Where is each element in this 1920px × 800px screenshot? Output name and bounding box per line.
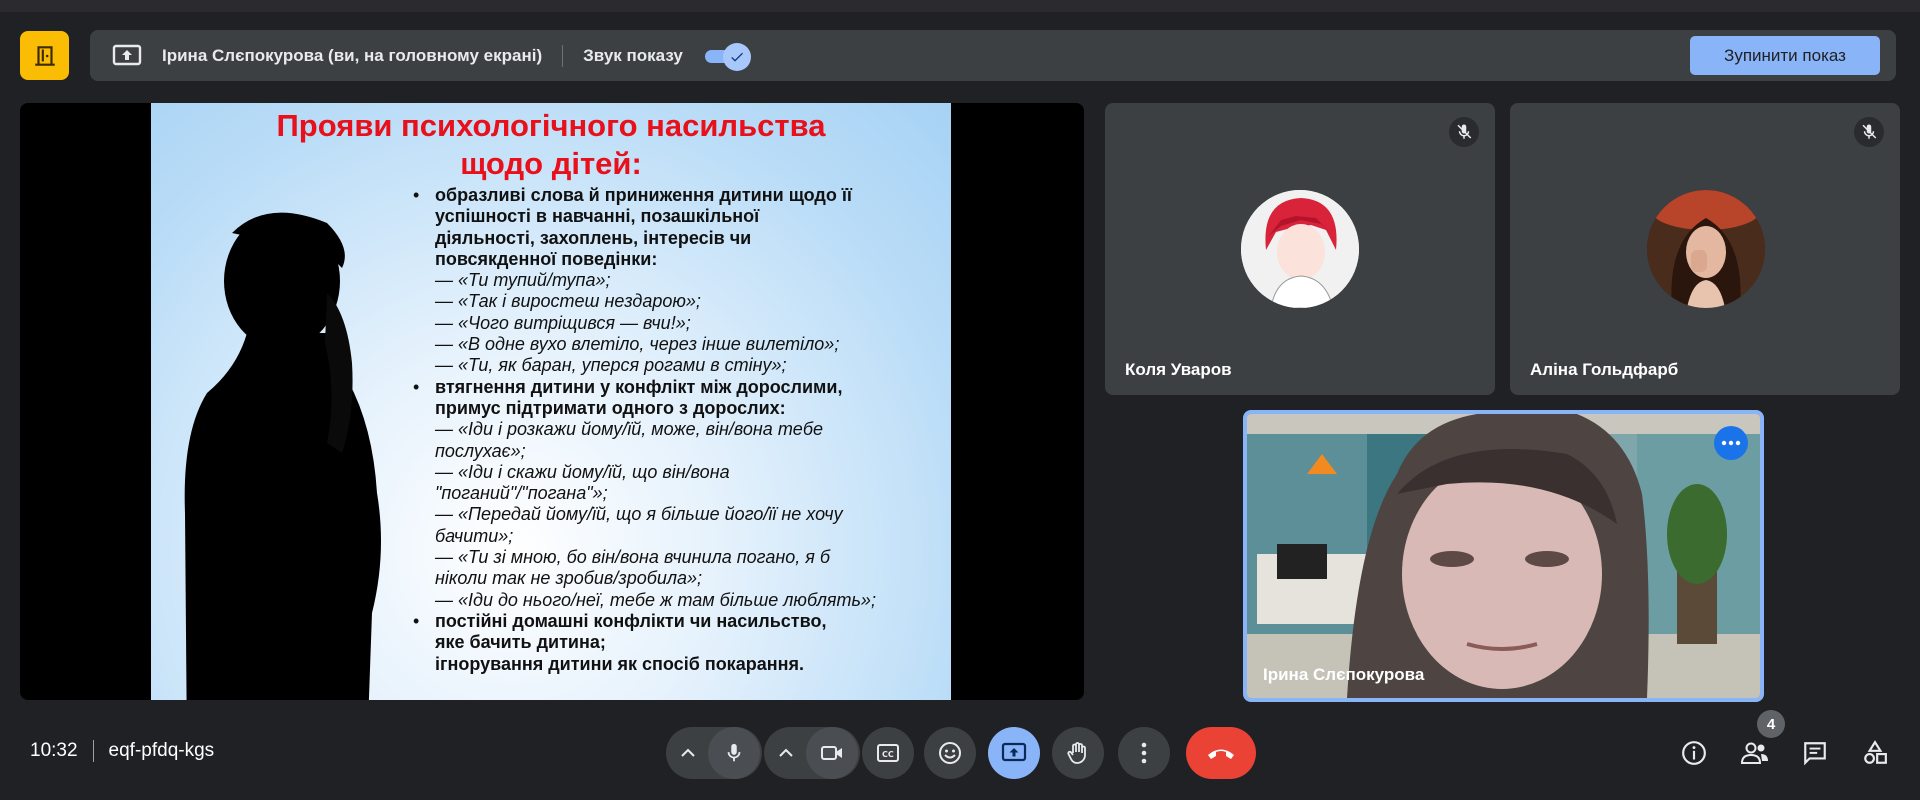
mic-off-indicator — [1449, 117, 1479, 147]
presenter-label: Ірина Слєпокурова (ви, на головному екра… — [162, 45, 543, 65]
participant-tile-kolia[interactable]: Коля Уваров — [1105, 103, 1495, 395]
stop-presenting-button[interactable]: Зупинити показ — [1690, 36, 1880, 75]
leave-door-button[interactable] — [20, 31, 69, 80]
slide-text-line: бачити»; — [435, 525, 514, 546]
mic-off-icon — [1862, 124, 1877, 139]
slide-text-line: "поганий"/"погана"»; — [435, 483, 608, 504]
mic-button[interactable] — [708, 727, 760, 779]
slide-text-line: — «Іди і скажи йому/їй, що він/вона — [435, 461, 730, 482]
slide-text-line: послухає»; — [435, 440, 526, 461]
chat-icon — [1804, 742, 1826, 766]
slide: Прояви психологічного насильства щодо ді… — [151, 103, 951, 700]
slide-text-line: — «Ти тупий/тупа»; — [435, 270, 611, 291]
slide-text-line: образливі слова й приниження дитини щодо… — [413, 185, 933, 207]
emoji-icon — [939, 742, 961, 764]
slide-text-line: — «Чого витріщився — вчи!»; — [435, 312, 691, 333]
end-call-button[interactable] — [1186, 727, 1256, 779]
present-icon — [1001, 742, 1027, 762]
slide-title-line1: Прояви психологічного насильства — [276, 108, 826, 143]
slide-title-line2: щодо дітей: — [460, 146, 642, 181]
camera-icon — [821, 746, 842, 760]
slide-text-line: — «Ти зі мною, бо він/вона вчинила поган… — [435, 547, 830, 568]
slide-text-line: — «В одне вухо влетіло, через інше вилет… — [435, 334, 840, 355]
mic-off-indicator — [1854, 117, 1884, 147]
end-call-icon — [1208, 749, 1234, 759]
self-view-tile[interactable]: Ірина Слєпокурова — [1243, 410, 1764, 702]
raise-hand-button[interactable] — [1052, 727, 1104, 779]
self-video-image — [1247, 414, 1760, 698]
toggle-knob — [722, 42, 751, 71]
more-options-button[interactable] — [1118, 727, 1170, 779]
chat-button[interactable] — [1795, 733, 1835, 773]
participant-name: Коля Уваров — [1125, 360, 1232, 379]
slide-text-line: — «Іди до нього/неї, тебе ж там більше л… — [435, 589, 876, 610]
reactions-button[interactable] — [924, 727, 976, 779]
slide-text-line: ігнорування дитини як спосіб покарання. — [435, 653, 804, 674]
people-button[interactable] — [1735, 733, 1775, 773]
meeting-details-button[interactable] — [1674, 733, 1714, 773]
slide-text-line: — «Ти, як баран, уперся рогами в стіну»; — [435, 355, 787, 376]
mic-icon — [727, 743, 741, 762]
activities-button[interactable] — [1855, 733, 1895, 773]
divider — [92, 740, 94, 762]
slide-body: образливі слова й приниження дитини щодо… — [413, 185, 933, 675]
slide-title: Прояви психологічного насильства щодо ді… — [151, 107, 951, 183]
video-options-button[interactable] — [766, 748, 806, 758]
avatar — [1647, 190, 1765, 308]
more-dots-icon — [1721, 440, 1741, 446]
present-screen-icon — [112, 44, 142, 68]
slide-text-line: — «Так і виростеш нездарою»; — [435, 291, 701, 312]
mic-off-icon — [1457, 124, 1472, 139]
chevron-up-icon — [779, 748, 793, 757]
sound-label: Звук показу — [583, 45, 683, 65]
top-strip — [0, 0, 1920, 12]
captions-button[interactable]: CC — [862, 727, 914, 779]
meeting-code[interactable]: eqf-pfdq-kgs — [109, 740, 215, 762]
participant-name: Ірина Слєпокурова — [1263, 665, 1425, 684]
child-silhouette-image — [184, 212, 381, 700]
slide-text-line: повсякденної поведінки: — [435, 248, 658, 269]
slide-text-line: примус підтримати одного з дорослих: — [435, 397, 786, 418]
slide-text-line: — «Іди і розкажи йому/їй, може, він/вона… — [435, 419, 823, 440]
meeting-info: 10:32 eqf-pfdq-kgs — [30, 740, 214, 762]
mic-control-group — [666, 727, 762, 779]
slide-text-line: яке бачить дитина; — [435, 632, 606, 653]
door-icon — [34, 45, 55, 66]
info-icon — [1682, 741, 1706, 765]
people-count-badge: 4 — [1757, 710, 1785, 738]
avatar-photo-image — [1647, 190, 1765, 308]
divider — [562, 44, 564, 67]
avatar — [1241, 190, 1359, 308]
main-presentation-tile: Прояви психологічного насильства щодо ді… — [20, 103, 1084, 700]
slide-text-line: втягнення дитини у конфлікт між дорослим… — [413, 377, 933, 399]
sound-toggle[interactable] — [704, 42, 751, 71]
captions-icon: CC — [877, 744, 899, 762]
people-icon — [1740, 742, 1768, 764]
activities-icon — [1864, 740, 1887, 764]
chevron-up-icon — [681, 748, 695, 757]
participant-name: Аліна Гольдфарб — [1530, 360, 1679, 379]
camera-button[interactable] — [806, 727, 858, 779]
slide-text-line: діяльності, захоплень, інтересів чи — [435, 227, 752, 248]
avatar-anime-image — [1241, 190, 1359, 308]
svg-text:CC: CC — [882, 750, 894, 759]
camera-control-group — [764, 727, 860, 779]
slide-text-line: успішності в навчанні, позашкільної — [435, 206, 760, 227]
participant-tile-alina[interactable]: Аліна Гольдфарб — [1510, 103, 1900, 395]
raise-hand-icon — [1067, 742, 1086, 764]
slide-text-line: — «Передай йому/їй, що я більше його/її … — [435, 504, 843, 525]
audio-options-button[interactable] — [668, 748, 708, 758]
slide-text-line: постійні домашні конфлікти чи насильство… — [413, 611, 933, 633]
check-icon — [731, 52, 743, 62]
present-now-button[interactable] — [988, 727, 1040, 779]
clock: 10:32 — [30, 740, 78, 761]
presentation-bar: Ірина Слєпокурова (ви, на головному екра… — [90, 30, 1896, 81]
self-more-options-button[interactable] — [1714, 426, 1748, 460]
slide-text-line: ніколи так не зробив/зробила»; — [435, 568, 703, 589]
more-vert-icon — [1141, 742, 1147, 764]
